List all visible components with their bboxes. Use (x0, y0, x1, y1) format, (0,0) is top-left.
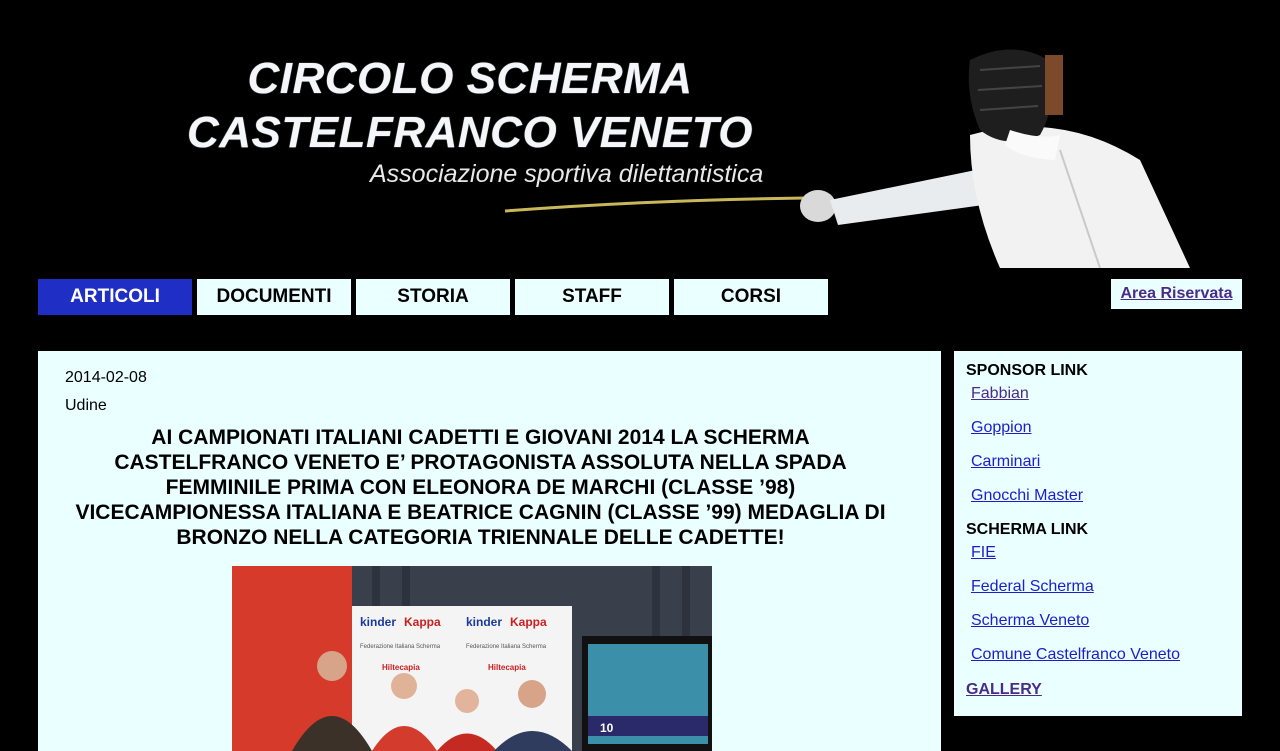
photo-text-kappa-1: Kappa (404, 615, 441, 629)
photo-text-score: 10 (600, 721, 614, 735)
area-riservata-link[interactable]: Area Riservata (1120, 285, 1232, 303)
main-nav: ARTICOLI DOCUMENTI STORIA STAFF CORSI (38, 279, 828, 315)
sponsor-link-heading: SPONSOR LINK (966, 362, 1088, 379)
area-riservata-box: Area Riservata (1111, 279, 1242, 309)
sidebar-panel: SPONSOR LINK Fabbian Goppion Carminari G… (954, 351, 1242, 716)
sponsor-link-carminari[interactable]: Carminari (971, 453, 1040, 471)
scherma-link-fie[interactable]: FIE (971, 544, 996, 562)
photo-text-kappa-2: Kappa (510, 615, 547, 629)
gallery-link[interactable]: GALLERY (966, 681, 1042, 699)
photo-text-kinder-2: kinder (466, 615, 502, 629)
scherma-link-heading: SCHERMA LINK (966, 521, 1089, 538)
tab-staff[interactable]: STAFF (515, 279, 669, 315)
article-title: AI CAMPIONATI ITALIANI CADETTI E GIOVANI… (75, 426, 886, 549)
photo-text-fis-1: Federazione Italiana Scherma (360, 644, 441, 650)
scherma-link-scherma-veneto[interactable]: Scherma Veneto (971, 612, 1089, 630)
article-panel: 2014-02-08 Udine AI CAMPIONATI ITALIANI … (38, 351, 941, 751)
tab-documenti[interactable]: DOCUMENTI (197, 279, 351, 315)
scherma-link-comune-castelfranco[interactable]: Comune Castelfranco Veneto (971, 646, 1180, 664)
sponsor-link-gnocchi-master[interactable]: Gnocchi Master (971, 487, 1083, 505)
sponsor-link-goppion[interactable]: Goppion (971, 419, 1032, 437)
photo-text-hilte-1: Hiltecapia (382, 663, 420, 672)
fencer-illustration (504, 49, 1190, 268)
article-photo: kinder Kappa kinder Kappa Federazione It… (232, 566, 712, 751)
tab-articoli[interactable]: ARTICOLI (38, 279, 192, 315)
tab-corsi[interactable]: CORSI (674, 279, 828, 315)
photo-text-hilte-2: Hiltecapia (488, 663, 526, 672)
photo-text-fis-2: Federazione Italiana Scherma (466, 644, 547, 650)
header-banner: CIRCOLO SCHERMA CASTELFRANCO VENETO Asso… (0, 0, 1280, 268)
article-place: Udine (65, 397, 107, 414)
scherma-link-federal-scherma[interactable]: Federal Scherma (971, 578, 1094, 596)
article-date: 2014-02-08 (65, 369, 147, 386)
photo-text-kinder-1: kinder (360, 615, 396, 629)
sponsor-link-fabbian[interactable]: Fabbian (971, 385, 1029, 403)
tab-storia[interactable]: STORIA (356, 279, 510, 315)
